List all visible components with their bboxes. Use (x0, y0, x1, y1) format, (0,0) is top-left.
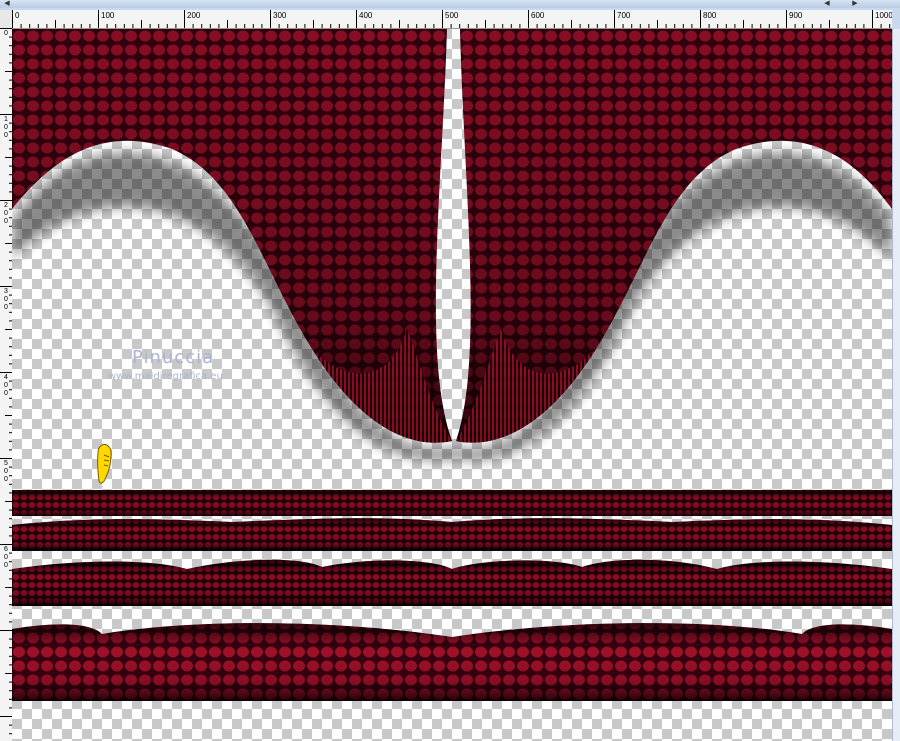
band-4 (12, 623, 892, 701)
ruler-label: 0 (15, 11, 20, 20)
ruler-label: 3 (4, 288, 8, 295)
ruler-label: 6 (4, 546, 8, 553)
horizontal-ruler: 0 100 200 300 400 500 600 700 800 900 1000 (12, 10, 892, 29)
band-2 (12, 518, 892, 551)
horizontal-ruler-ticks: 0 100 200 300 400 500 600 700 800 900 1000 (12, 10, 892, 28)
scroll-right-icon[interactable]: ▶ (848, 0, 862, 8)
scroll-left-arrow-icon[interactable]: ◀ (820, 0, 834, 8)
ruler-label: 800 (703, 11, 717, 20)
ruler-label: 2 (4, 202, 8, 209)
ruler-label: 300 (273, 11, 287, 20)
watermark-url: www.maidiregrafica.eu (108, 371, 223, 382)
ruler-label: 100 (101, 11, 115, 20)
ruler-label: 0 (4, 562, 8, 569)
watermark-title: Pinuccia (132, 347, 215, 368)
ruler-label: 5 (4, 460, 8, 467)
ruler-label: 0 (4, 132, 8, 139)
ruler-label: 1 (4, 116, 8, 123)
ruler-label: 400 (359, 11, 373, 20)
scroll-left-icon[interactable]: ◀ (0, 0, 14, 8)
pointing-hand-icon (97, 444, 112, 484)
artwork (12, 29, 892, 701)
ruler-label: 0 (4, 124, 8, 131)
ruler-label: 0 (4, 296, 8, 303)
ruler-label: 200 (187, 11, 201, 20)
image-canvas[interactable]: Pinuccia www.maidiregrafica.eu (12, 29, 892, 741)
image-window: ◀ ◀ ▶ 0 100 200 300 400 500 600 700 800 900 1000 0… (0, 0, 900, 741)
ruler-label: 0 (4, 382, 8, 389)
vertical-scrollbar[interactable] (892, 29, 900, 741)
ruler-label: 0 (4, 476, 8, 483)
ruler-label: 1000 (875, 11, 892, 20)
ruler-label: 0 (4, 218, 8, 225)
ruler-label: 700 (617, 11, 631, 20)
ruler-label: 0 (4, 468, 8, 475)
ruler-label: 900 (789, 11, 803, 20)
ruler-label: 0 (4, 554, 8, 561)
band-3 (12, 559, 892, 606)
ruler-label: 0 (4, 390, 8, 397)
ruler-label: 0 (4, 304, 8, 311)
ruler-label: 500 (445, 11, 459, 20)
band-1 (12, 490, 892, 516)
window-titlebar (0, 0, 900, 8)
ruler-label: 600 (531, 11, 545, 20)
ruler-label: 0 (4, 30, 8, 37)
ruler-label: 0 (4, 210, 8, 217)
ruler-label: 4 (4, 374, 8, 381)
